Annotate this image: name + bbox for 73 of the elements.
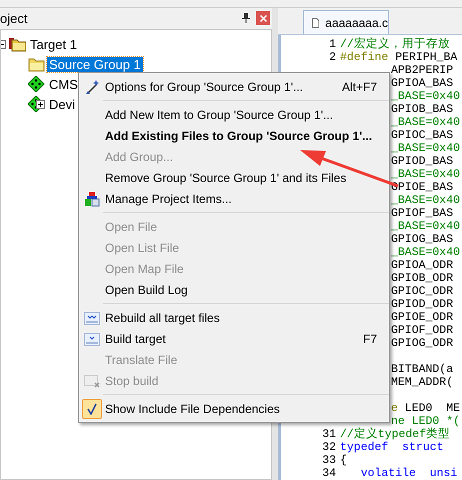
code-line: GPIOG_BAS [391,233,454,246]
line-number: 32 [322,441,336,454]
code-line: //宏定义，用于存放 [340,38,450,51]
code-line: GPIOC_BAS [391,129,454,142]
menu-item[interactable]: Add Existing Files to Group 'Source Group 1'... [79,125,389,146]
code-line: GPIOD_ODR [391,298,454,311]
expand-icon[interactable] [36,100,45,108]
code-line: GPIOC_ODR [391,285,454,298]
menu-item: Add Group... [104,148,174,166]
code-line: _BASE=0x40 [391,90,460,103]
menu-item: Open List File [104,240,180,256]
menu-item[interactable]: Show Include File Dependencies [79,398,389,419]
wand-icon [84,78,100,94]
tree-item[interactable]: Source Group 1 [47,56,143,72]
menu-item: Open Map File [104,260,185,278]
menu-item[interactable]: Open Build Log [79,279,389,300]
code-line: _BASE=0x40 [391,142,460,155]
menu-item[interactable]: Manage Project Items... [79,188,389,209]
folder-icon [28,56,45,72]
build-icon [84,330,100,346]
menu-item: Stop build [79,370,389,391]
pin-icon[interactable] [242,13,250,23]
tree-item[interactable]: CMS [47,76,80,92]
menu-item[interactable]: Options for Group 'Source Group 1'... Alt+F7 [79,76,389,97]
line-number: 33 [322,454,336,467]
code-line: MEM_ADDR( [391,376,454,389]
menu-item[interactable]: Rebuild all target files [79,307,389,328]
close-button[interactable] [256,11,270,25]
file-icon [312,16,320,30]
menu-item[interactable]: Build target F7 [79,328,389,349]
line-number: 34 [322,467,336,480]
code-line: { [340,454,347,467]
code-line: GPIOD_BAS [391,155,454,168]
target-folder-icon [9,36,26,52]
menu-item: Open File [104,218,158,236]
tree-item[interactable]: Target 1 [28,36,79,52]
code-line: GPIOF_BAS [391,207,454,220]
line-number: 31 [322,428,336,441]
menu-item[interactable]: Remove Group 'Source Group 1' and its Files [79,167,389,188]
code-line: _BASE=0x40 [391,168,460,181]
code-line: APB2PERIP [391,64,454,77]
line-number: 1 [329,38,336,51]
code-line: _BASE=0x40 [391,246,460,259]
diamond-icon [28,76,45,92]
blocks-icon [84,190,100,206]
code-line: BITBAND(a [391,363,454,376]
menu-item[interactable]: Add New Item to Group 'Source Group 1'... [79,104,389,125]
code-line: e LED0 ME [391,402,460,415]
code-line: GPIOA_BAS [391,77,454,90]
menu-item: Translate File [104,352,178,368]
code-line: GPIOB_BAS [391,103,454,116]
code-line: //定义typedef类型 [340,428,450,441]
close-icon [260,14,266,22]
rebuild-icon [84,310,100,326]
code-line: GPIOF_ODR [391,324,454,337]
code-line: GPIOB_ODR [391,272,454,285]
code-line: _BASE=0x40 [391,116,460,129]
line-number: 2 [329,51,336,64]
code-line: GPIOA_ODR [391,259,454,272]
code-line: volatile unsi [360,467,458,480]
file-tab[interactable]: aaaaaaaa.c [303,10,389,34]
check-icon [87,402,97,414]
code-line: ne LED0 *( [391,415,460,428]
code-line: GPIOE_BAS [391,181,454,194]
code-line: typedef struct [340,441,444,454]
code-line: GPIOG_ODR [391,337,454,350]
code-line: GPIOE_ODR [391,311,454,324]
code-line: _BASE=0x40 [391,220,460,233]
tree-item[interactable]: Devi [47,96,78,112]
code-line: _BASE=0x40 [391,194,460,207]
code-line: #define PERIPH_BA [340,51,458,64]
panel-title: oject [0,12,28,24]
checkbox[interactable] [82,398,102,418]
